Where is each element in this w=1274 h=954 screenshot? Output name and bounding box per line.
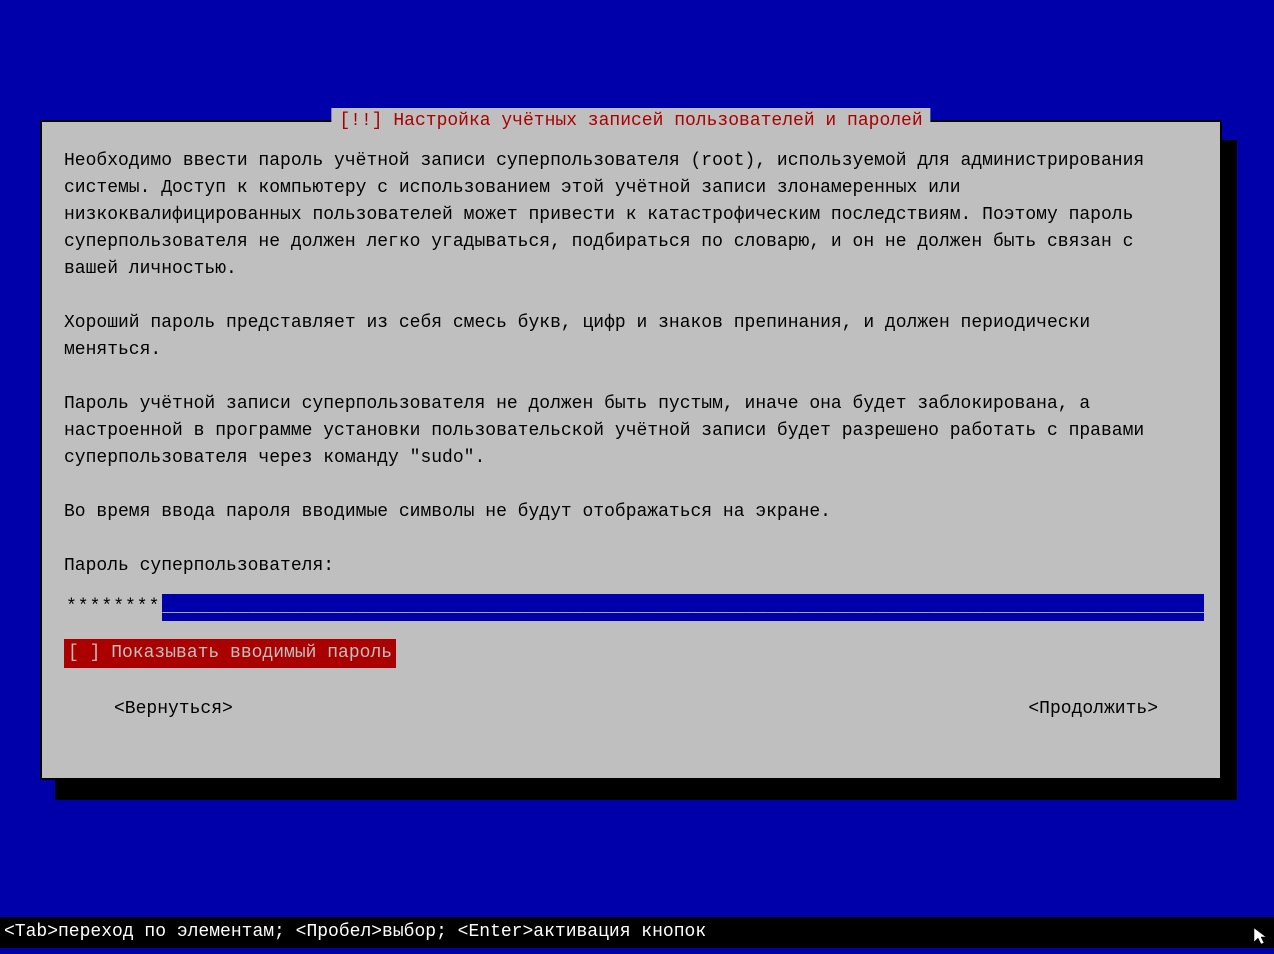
button-row: <Вернуться> <Продолжить> bbox=[64, 696, 1198, 723]
dialog-content: Необходимо ввести пароль учётной записи … bbox=[42, 122, 1220, 745]
mouse-cursor-icon bbox=[1252, 926, 1272, 946]
password-input[interactable]: ******** _______________________________… bbox=[64, 594, 1204, 621]
info-paragraph-3: Пароль учётной записи суперпользователя … bbox=[64, 391, 1198, 472]
info-paragraph-1: Необходимо ввести пароль учётной записи … bbox=[64, 148, 1198, 283]
footer-help-bar: <Tab>переход по элементам; <Пробел>выбор… bbox=[0, 917, 1274, 948]
footer-text: <Tab>переход по элементам; <Пробел>выбор… bbox=[4, 922, 706, 942]
info-paragraph-4: Во время ввода пароля вводимые символы н… bbox=[64, 499, 1198, 526]
dialog-title: [!!] Настройка учётных записей пользоват… bbox=[331, 108, 930, 135]
show-password-checkbox[interactable]: [ ] Показывать вводимый пароль bbox=[64, 639, 396, 668]
password-underline: ________________________________________… bbox=[162, 594, 1204, 621]
info-paragraph-2: Хороший пароль представляет из себя смес… bbox=[64, 310, 1198, 364]
continue-button[interactable]: <Продолжить> bbox=[1028, 696, 1158, 723]
installer-dialog: [!!] Настройка учётных записей пользоват… bbox=[40, 120, 1222, 780]
password-masked-value: ******** bbox=[64, 594, 162, 621]
password-label: Пароль суперпользователя: bbox=[64, 553, 1198, 580]
back-button[interactable]: <Вернуться> bbox=[114, 696, 233, 723]
